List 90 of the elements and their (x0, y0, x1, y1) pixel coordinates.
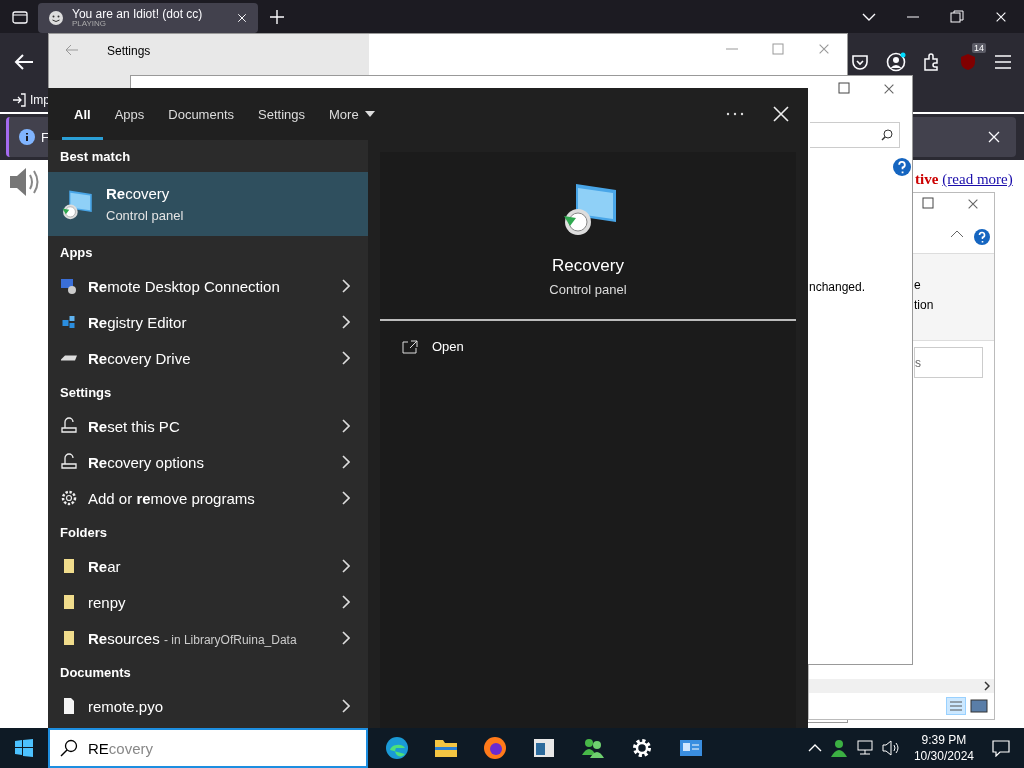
preview-subtitle: Control panel (549, 282, 627, 297)
tab-title: You are an Idiot! (dot cc) (72, 8, 204, 20)
laptop-reset-icon (60, 453, 78, 471)
ribbon-label[interactable]: tion (914, 298, 994, 312)
horizontal-scrollbar[interactable] (809, 679, 994, 693)
folder-icon (64, 595, 74, 609)
close-icon (772, 105, 790, 123)
result-item[interactable]: renpy (48, 584, 368, 620)
chevron-right-icon (342, 419, 350, 433)
close-icon[interactable] (986, 129, 1002, 145)
gear-icon (60, 489, 78, 507)
ribbon-label[interactable]: e (914, 278, 994, 292)
menu-icon[interactable] (994, 53, 1012, 70)
address-field[interactable]: s (914, 347, 983, 378)
new-tab-icon[interactable] (270, 9, 284, 24)
result-item[interactable]: Registry Editor (48, 304, 368, 340)
maximize-icon[interactable] (922, 197, 934, 209)
read-more-link[interactable]: (read more) (942, 170, 1013, 188)
section-heading: Folders (59, 523, 108, 542)
search-icon (881, 129, 893, 141)
monitor-icon (60, 277, 78, 295)
section-heading: Apps (59, 243, 94, 262)
info-icon (19, 129, 35, 145)
chevron-down-icon[interactable] (862, 11, 876, 22)
preview-title: Recovery (552, 256, 624, 276)
chevron-right-icon (342, 351, 350, 365)
search-field[interactable]: REcovery (48, 728, 368, 768)
open-window-icon (402, 339, 418, 354)
large-icons-view-icon[interactable] (970, 699, 988, 713)
notification-icon[interactable] (992, 739, 1010, 757)
filter-tab[interactable]: More (317, 91, 387, 140)
folder-icon (64, 559, 74, 573)
tab-list-icon[interactable] (12, 8, 28, 25)
result-item[interactable]: Recovery options (48, 444, 368, 480)
tab-subtitle: PLAYING (72, 20, 108, 28)
chevron-right-icon[interactable] (984, 681, 990, 691)
account-icon[interactable] (886, 51, 906, 72)
help-icon[interactable] (974, 229, 990, 245)
drive-icon (61, 355, 77, 361)
clock[interactable]: 9:39 PM 10/30/2024 (913, 733, 974, 763)
maximize-icon[interactable] (838, 82, 850, 94)
close-icon[interactable] (236, 12, 248, 24)
section-heading: Best match (59, 147, 132, 166)
network-icon[interactable] (855, 740, 874, 756)
search-icon (60, 739, 78, 757)
chevron-right-icon (342, 315, 350, 329)
search-field[interactable] (810, 122, 900, 148)
chevron-right-icon (342, 595, 350, 609)
result-subtitle: Control panel (106, 208, 184, 223)
result-item[interactable]: Add or remove programs (48, 480, 368, 516)
best-match-result[interactable]: Recovery Control panel (48, 172, 368, 236)
result-item[interactable]: Recovery Drive (48, 340, 368, 376)
smiley-icon (48, 10, 64, 26)
help-icon[interactable] (893, 158, 911, 176)
section-heading: Documents (59, 663, 132, 682)
filter-tab[interactable]: Documents (156, 91, 246, 140)
section-heading: Settings (59, 383, 113, 402)
open-action[interactable]: Open (380, 321, 486, 372)
document-icon (64, 698, 74, 714)
notification-text: F (41, 129, 49, 145)
filter-tab[interactable]: Settings (246, 91, 317, 140)
result-item[interactable]: Reset this PC (48, 408, 368, 444)
restore-icon[interactable] (950, 9, 964, 24)
chevron-up-icon[interactable] (807, 743, 822, 753)
laptop-reset-icon (60, 417, 78, 435)
result-item[interactable]: Remote Desktop Connection (48, 268, 368, 304)
ellipsis-icon (726, 112, 744, 116)
page-text: tive (915, 170, 939, 188)
result-item[interactable]: remote.pyo (48, 688, 368, 724)
extension-badge: 14 (972, 42, 986, 53)
chevron-right-icon (342, 279, 350, 293)
browser-tab[interactable]: You are an Idiot! (dot cc) PLAYING (38, 3, 258, 33)
chevron-right-icon (342, 559, 350, 573)
body-text: nchanged. (809, 280, 867, 294)
person-icon[interactable] (829, 739, 848, 757)
folder-icon (64, 631, 74, 645)
result-item[interactable]: Rear (48, 548, 368, 584)
import-icon (12, 93, 26, 107)
chevron-right-icon (342, 491, 350, 505)
windows-logo-icon (15, 739, 33, 757)
filter-tab[interactable]: Apps (102, 91, 157, 140)
window-title: Settings (107, 44, 151, 58)
chevron-right-icon (342, 631, 350, 645)
cubes-icon (62, 315, 76, 329)
volume-icon[interactable] (881, 740, 900, 756)
result-item[interactable]: Resources - in LibraryOfRuina_Data (48, 620, 368, 656)
chevron-right-icon (342, 455, 350, 469)
result-title: Recovery (106, 185, 171, 202)
collapse-ribbon-icon[interactable] (950, 229, 964, 239)
chevron-right-icon (342, 699, 350, 713)
